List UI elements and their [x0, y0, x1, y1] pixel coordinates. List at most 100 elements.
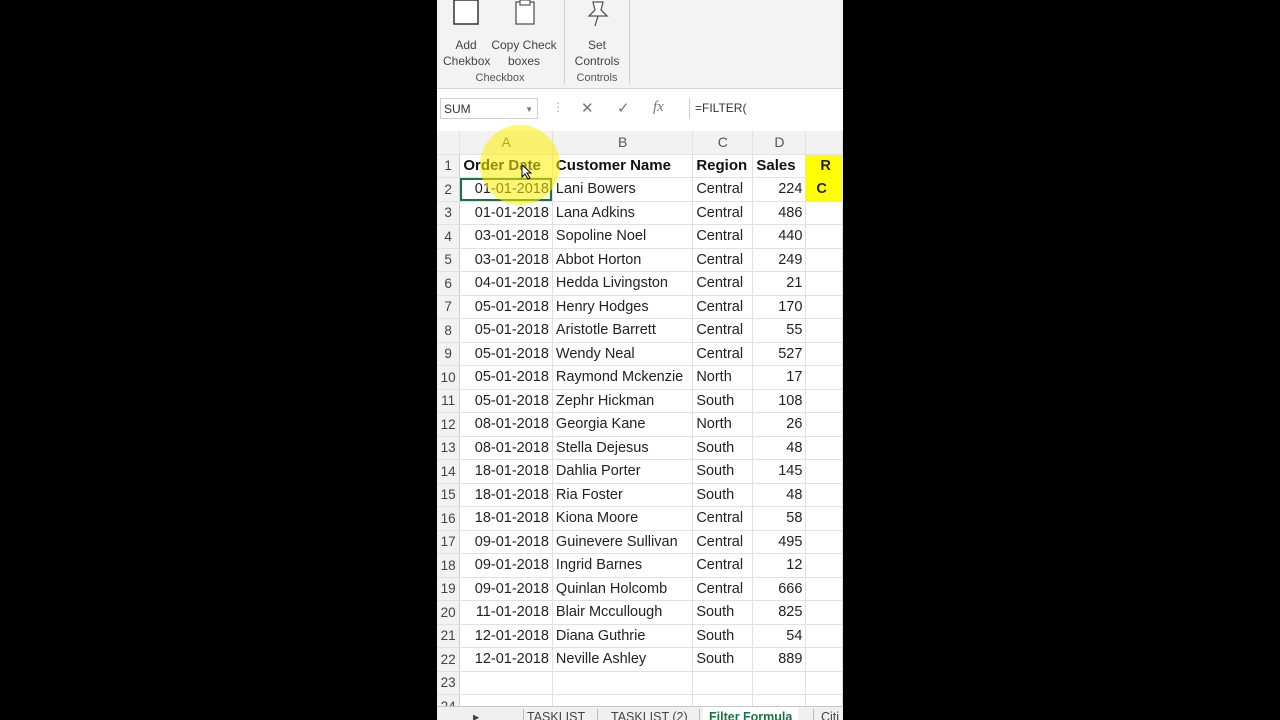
cell-sales[interactable]: 170 [752, 295, 807, 319]
cell-sales[interactable]: 48 [752, 483, 807, 507]
cell-sales[interactable]: 486 [752, 201, 807, 225]
row-header[interactable]: 4 [437, 224, 461, 249]
cell-sales[interactable]: 666 [752, 577, 807, 601]
cell-empty[interactable] [805, 224, 843, 249]
cell-order-date[interactable]: 09-01-2018 [459, 577, 553, 601]
cell-empty[interactable] [805, 201, 843, 225]
row-header[interactable]: 22 [437, 647, 461, 672]
cell-sales[interactable]: 58 [752, 506, 807, 531]
cell-empty[interactable] [459, 671, 553, 695]
cell-empty[interactable] [805, 647, 843, 672]
row-header[interactable]: 21 [437, 624, 461, 648]
select-all-corner[interactable] [437, 131, 461, 155]
cell-customer-name[interactable]: Abbot Horton [552, 248, 694, 272]
cell-region[interactable]: Central [692, 553, 754, 578]
row-header[interactable]: 2 [437, 177, 461, 202]
cell-customer-name[interactable]: Raymond Mckenzie [552, 365, 694, 390]
cell-region[interactable]: South [692, 459, 754, 484]
column-header-e[interactable] [805, 131, 843, 155]
insert-function-icon[interactable]: fx [653, 99, 664, 116]
cell-sales[interactable]: 889 [752, 647, 807, 672]
cell-empty[interactable] [752, 671, 807, 695]
cell-region[interactable]: Central [692, 295, 754, 319]
add-checkbox-button[interactable]: Add Chekbox [443, 0, 490, 69]
cell-region[interactable]: Central [692, 201, 754, 225]
cell-sales[interactable]: 17 [752, 365, 807, 390]
cell-order-date[interactable]: 05-01-2018 [459, 389, 553, 413]
nav-arrow-icon[interactable]: ▸ [467, 707, 485, 720]
cell-sales[interactable]: 825 [752, 600, 807, 625]
cell-sales[interactable]: 54 [752, 624, 807, 648]
cell-empty[interactable] [805, 530, 843, 554]
cell-region[interactable]: Central [692, 577, 754, 601]
cell-region[interactable]: South [692, 436, 754, 460]
cell-customer-name[interactable]: Sopoline Noel [552, 224, 694, 249]
highlighted-cell[interactable]: R [805, 154, 843, 178]
cell-order-date[interactable]: 05-01-2018 [459, 318, 553, 343]
cell-sales[interactable]: 12 [752, 553, 807, 578]
cell-sales[interactable]: 26 [752, 412, 807, 437]
row-header[interactable]: 15 [437, 483, 461, 507]
cell-region[interactable]: South [692, 389, 754, 413]
row-header[interactable]: 3 [437, 201, 461, 225]
cell-order-date[interactable]: 18-01-2018 [459, 483, 553, 507]
cell-sales[interactable]: 249 [752, 248, 807, 272]
cell-customer-name[interactable]: Guinevere Sullivan [552, 530, 694, 554]
set-controls-button[interactable]: Set Controls [571, 0, 623, 69]
cell-order-date[interactable]: 05-01-2018 [459, 295, 553, 319]
row-header[interactable]: 23 [437, 671, 461, 695]
cell-empty[interactable] [805, 318, 843, 343]
cell-region[interactable]: South [692, 647, 754, 672]
cell-empty[interactable] [552, 671, 694, 695]
cell-order-date[interactable]: 12-01-2018 [459, 624, 553, 648]
cell-empty[interactable] [805, 671, 843, 695]
enter-icon[interactable]: ✓ [617, 99, 630, 117]
cell-region[interactable]: North [692, 412, 754, 437]
row-header[interactable]: 13 [437, 436, 461, 460]
cell-order-date[interactable]: 11-01-2018 [459, 600, 553, 625]
highlighted-cell[interactable]: C [805, 177, 843, 202]
row-header[interactable]: 1 [437, 154, 461, 178]
cell-region[interactable]: Central [692, 530, 754, 554]
header-cell-sales[interactable]: Sales [752, 154, 807, 178]
cell-order-date[interactable]: 05-01-2018 [459, 342, 553, 366]
cell-region[interactable]: Central [692, 271, 754, 296]
row-header[interactable]: 17 [437, 530, 461, 554]
cell-customer-name[interactable]: Georgia Kane [552, 412, 694, 437]
cell-empty[interactable] [805, 600, 843, 625]
cell-customer-name[interactable]: Zephr Hickman [552, 389, 694, 413]
cell-order-date[interactable]: 18-01-2018 [459, 459, 553, 484]
cell-empty[interactable] [805, 412, 843, 437]
tab-citi[interactable]: Citi [815, 707, 843, 720]
cell-customer-name[interactable]: Dahlia Porter [552, 459, 694, 484]
cell-empty[interactable] [805, 365, 843, 390]
cell-empty[interactable] [805, 624, 843, 648]
cell-empty[interactable] [805, 459, 843, 484]
row-header[interactable]: 16 [437, 506, 461, 531]
row-header[interactable]: 5 [437, 248, 461, 272]
cell-region[interactable]: Central [692, 248, 754, 272]
cell-order-date[interactable]: 18-01-2018 [459, 506, 553, 531]
cell-sales[interactable]: 527 [752, 342, 807, 366]
tab-tasklist-2[interactable]: TASKLIST (2) [605, 707, 694, 720]
row-header[interactable]: 11 [437, 389, 461, 413]
cell-region[interactable]: Central [692, 177, 754, 202]
column-header-d[interactable]: D [752, 131, 807, 155]
cell-order-date[interactable]: 03-01-2018 [459, 248, 553, 272]
cell-customer-name[interactable]: Kiona Moore [552, 506, 694, 531]
cell-order-date[interactable]: 12-01-2018 [459, 647, 553, 672]
cell-customer-name[interactable]: Hedda Livingston [552, 271, 694, 296]
cell-customer-name[interactable]: Henry Hodges [552, 295, 694, 319]
copy-checkboxes-button[interactable]: Copy Check boxes [491, 0, 557, 69]
cell-order-date[interactable]: 09-01-2018 [459, 530, 553, 554]
drag-handle-icon[interactable]: ⋮ [552, 100, 564, 114]
row-header[interactable]: 19 [437, 577, 461, 601]
cell-sales[interactable]: 21 [752, 271, 807, 296]
formula-input[interactable]: =FILTER( [689, 98, 843, 119]
row-header[interactable]: 9 [437, 342, 461, 366]
cell-empty[interactable] [805, 342, 843, 366]
cell-customer-name[interactable]: Aristotle Barrett [552, 318, 694, 343]
cell-order-date[interactable]: 03-01-2018 [459, 224, 553, 249]
header-cell-order-date[interactable]: Order Date [459, 154, 553, 178]
cell-region[interactable]: South [692, 600, 754, 625]
